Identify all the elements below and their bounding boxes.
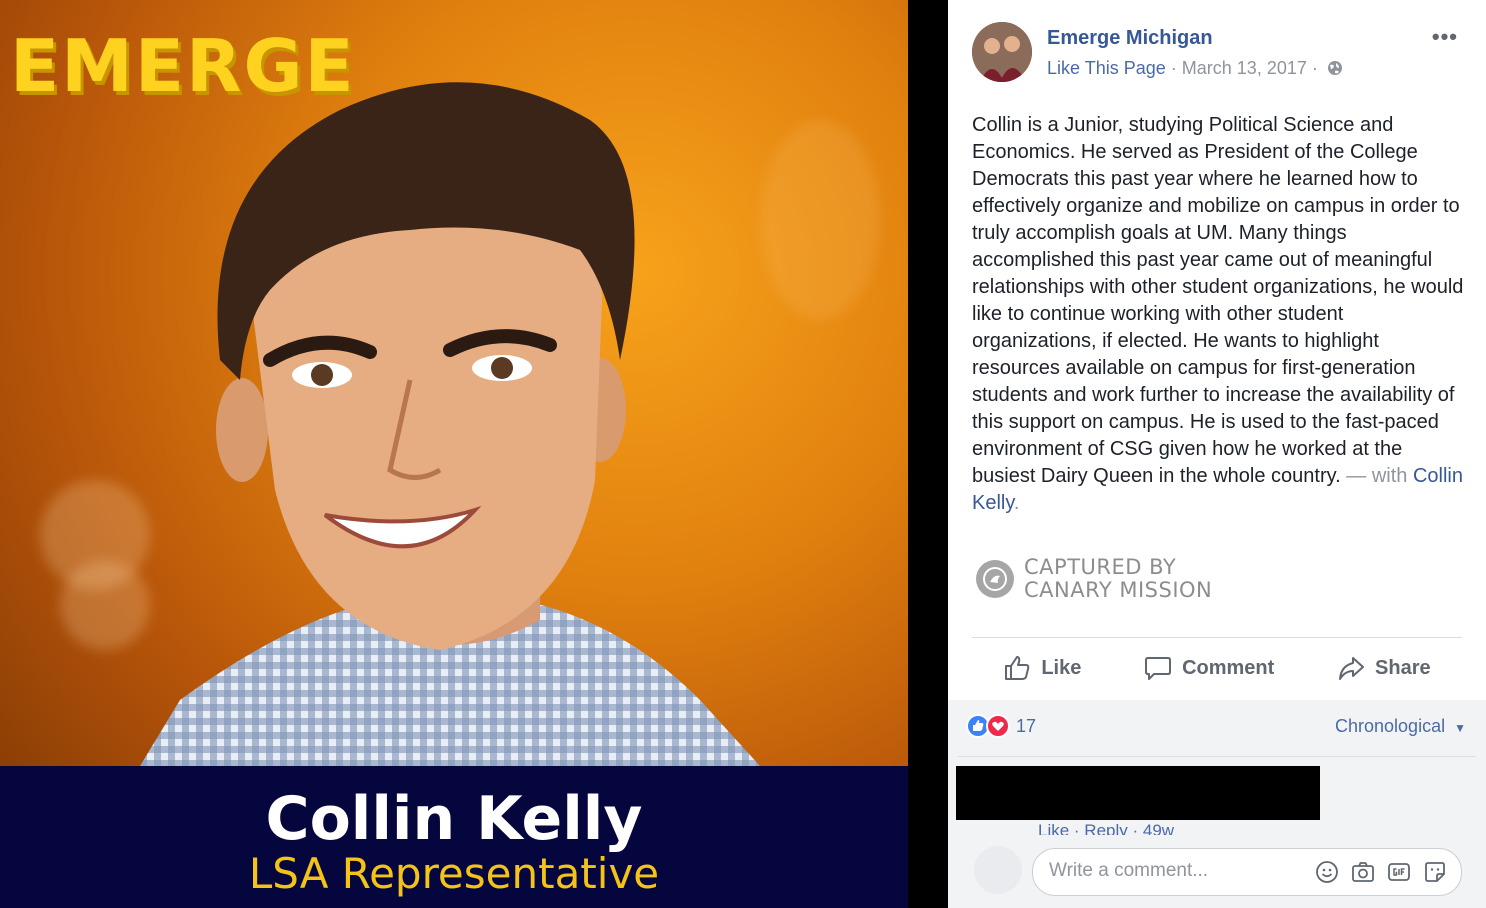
composer-tools [1315, 860, 1447, 884]
comment-button[interactable]: Comment [1144, 654, 1274, 682]
watermark-line2: CANARY MISSION [1024, 578, 1213, 602]
meta-separator: · [1170, 58, 1177, 78]
sticker-icon[interactable] [1423, 860, 1447, 884]
canary-mission-watermark: CAPTURED BY CANARY MISSION [976, 556, 1212, 602]
comment-bubble-icon [1145, 657, 1172, 680]
share-arrow-icon [1339, 657, 1365, 680]
page-avatar[interactable] [972, 22, 1032, 82]
canary-logo-icon [976, 560, 1014, 598]
background-bokeh [760, 120, 880, 320]
comments-section: 17 Chronological ▼ Like · Reply · 49w [948, 700, 1486, 908]
emoji-icon[interactable] [1315, 860, 1339, 884]
candidate-name: Collin Kelly [265, 784, 643, 854]
candidate-portrait [140, 82, 760, 766]
like-button[interactable]: Like [1003, 654, 1081, 682]
divider [958, 756, 1476, 757]
like-button-label: Like [1041, 656, 1082, 679]
redacted-comment-block [956, 766, 1320, 820]
like-page-link[interactable]: Like This Page [1047, 58, 1166, 78]
candidate-name-banner: Collin Kelly LSA Representative [0, 766, 908, 908]
comment-input[interactable] [1047, 859, 1311, 883]
background-bokeh [60, 560, 150, 650]
post-sidebar: Emerge Michigan Like This Page · March 1… [948, 0, 1486, 908]
post-meta: Like This Page · March 13, 2017 · [1047, 58, 1343, 79]
globe-icon[interactable] [1327, 60, 1343, 76]
camera-icon[interactable] [1351, 860, 1375, 884]
post-body-text: Collin is a Junior, studying Political S… [972, 114, 1464, 487]
thumbs-up-icon [1005, 656, 1030, 680]
watermark-line1: CAPTURED BY [1024, 555, 1177, 579]
with-prefix: — with [1346, 465, 1408, 487]
comment-button-label: Comment [1182, 656, 1275, 679]
page-name-link[interactable]: Emerge Michigan [1047, 27, 1213, 50]
share-button-label: Share [1375, 656, 1431, 679]
avatar-photo-icon [972, 22, 1032, 82]
comment-actions[interactable]: Like · Reply · 49w [1038, 821, 1174, 835]
comment-composer[interactable] [1032, 848, 1462, 896]
share-button[interactable]: Share [1337, 654, 1431, 682]
meta-separator: · [1311, 58, 1318, 78]
post-date[interactable]: March 13, 2017 [1182, 58, 1307, 78]
tag-suffix: . [1013, 492, 1020, 514]
candidate-role: LSA Representative [248, 849, 660, 898]
love-reaction-icon [986, 714, 1010, 738]
comment-sort-dropdown[interactable]: Chronological ▼ [1335, 716, 1466, 737]
gif-icon[interactable] [1387, 860, 1411, 884]
more-options-icon[interactable]: ••• [1432, 24, 1458, 50]
user-avatar [974, 846, 1022, 894]
post-body: Collin is a Junior, studying Political S… [972, 112, 1468, 517]
chevron-down-icon: ▼ [1454, 721, 1466, 735]
sort-label: Chronological [1335, 716, 1446, 736]
post-actions: Like Comment Share [972, 638, 1462, 698]
reaction-count: 17 [1016, 715, 1037, 736]
reactions-summary[interactable]: 17 [966, 714, 1036, 738]
post-photo[interactable]: EMERGE Collin Kelly LSA Representative [0, 0, 908, 908]
